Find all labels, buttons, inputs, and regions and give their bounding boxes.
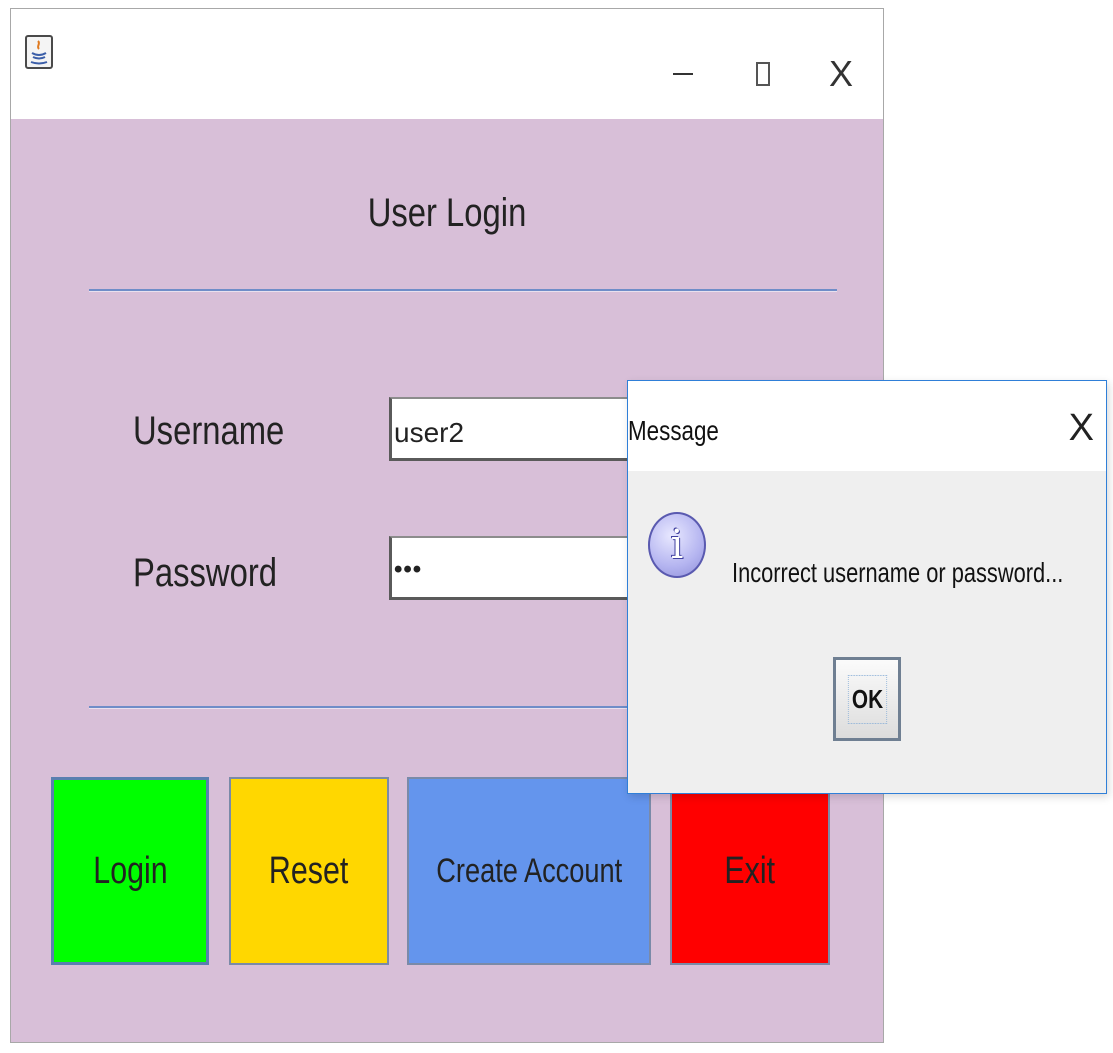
reset-button[interactable]: Reset <box>229 777 389 965</box>
minimize-icon <box>673 73 693 75</box>
dialog-title: Message <box>628 415 719 446</box>
info-icon: i <box>648 512 706 578</box>
password-field[interactable]: ••• <box>389 536 649 600</box>
maximize-icon <box>756 62 770 86</box>
java-app-icon <box>25 35 53 69</box>
close-button[interactable]: X <box>821 53 861 94</box>
exit-button[interactable]: Exit <box>670 777 830 965</box>
exit-button-label: Exit <box>724 849 776 892</box>
maximize-button[interactable] <box>743 54 783 94</box>
title-bar: X <box>11 9 883 119</box>
dialog-message: Incorrect username or password... <box>732 557 1064 588</box>
reset-button-label: Reset <box>269 849 349 892</box>
username-field[interactable]: user2 <box>389 397 649 461</box>
password-label: Password <box>133 551 278 595</box>
page-title: User Login <box>367 191 527 235</box>
top-separator <box>89 289 837 292</box>
ok-button[interactable]: OK <box>833 657 901 741</box>
create-account-button[interactable]: Create Account <box>407 777 651 965</box>
close-icon: X <box>828 53 853 94</box>
dialog-title-bar[interactable]: Message X <box>628 381 1106 471</box>
username-label: Username <box>133 409 285 453</box>
minimize-button[interactable] <box>663 54 703 94</box>
dialog-close-button[interactable]: X <box>1069 407 1094 450</box>
create-account-button-label: Create Account <box>435 851 622 890</box>
ok-button-label: OK <box>847 674 887 724</box>
login-button-label: Login <box>92 849 168 892</box>
message-dialog: Message X i Incorrect username or passwo… <box>627 380 1107 794</box>
login-button[interactable]: Login <box>51 777 209 965</box>
